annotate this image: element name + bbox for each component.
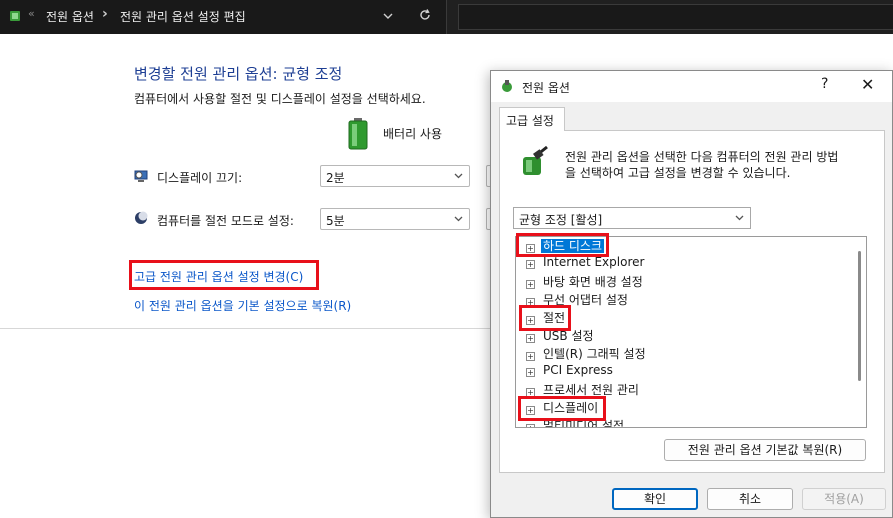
highlight-hard-disk <box>516 233 609 257</box>
cancel-button[interactable]: 취소 <box>707 488 793 510</box>
tree-item-intel-graphics[interactable]: + 인텔(R) 그래픽 설정 <box>526 345 648 363</box>
close-icon[interactable]: ✕ <box>861 75 874 94</box>
power-plug-icon <box>502 80 512 92</box>
restore-plan-defaults-button[interactable]: 전원 관리 옵션 기본값 복원(R) <box>664 439 866 461</box>
battery-icon <box>348 118 368 150</box>
ok-button[interactable]: 확인 <box>612 488 698 510</box>
sleep-label: 컴퓨터를 절전 모드로 설정: <box>157 214 294 228</box>
tree-item-desktop-background[interactable]: + 바탕 화면 배경 설정 <box>526 273 645 291</box>
tab-advanced-settings[interactable]: 고급 설정 <box>499 107 565 131</box>
battery-column-label: 배터리 사용 <box>383 127 443 141</box>
tree-item-pci-express[interactable]: + PCI Express <box>526 363 615 381</box>
breadcrumb-separator-icon: › <box>102 6 108 22</box>
display-off-value: 2분 <box>326 171 345 185</box>
highlight-display <box>518 396 606 421</box>
display-off-label: 디스플레이 끄기: <box>157 171 243 185</box>
tree-item-internet-explorer[interactable]: + Internet Explorer <box>526 255 646 273</box>
apply-button[interactable]: 적용(A) <box>802 488 886 510</box>
power-options-dialog: 전원 옵션 ? ✕ 고급 설정 전원 관리 옵션을 선택한 다음 컴퓨터의 전원… <box>490 70 893 518</box>
dialog-title: 전원 옵션 <box>522 81 570 95</box>
sleep-value: 5분 <box>326 214 345 228</box>
expand-icon[interactable]: + <box>526 368 535 377</box>
expand-icon[interactable]: + <box>526 334 535 343</box>
sleep-select[interactable]: 5분 <box>320 208 470 230</box>
chevron-down-icon[interactable] <box>382 10 394 22</box>
power-plug-icon <box>523 145 548 175</box>
dialog-info-line2: 을 선택하여 고급 설정을 변경할 수 있습니다. <box>565 166 791 180</box>
expand-icon[interactable]: + <box>526 352 535 361</box>
page-title: 변경할 전원 관리 옵션: 균형 조정 <box>134 65 343 83</box>
display-off-select[interactable]: 2분 <box>320 165 470 187</box>
refresh-icon[interactable] <box>418 8 432 22</box>
address-bar[interactable]: « 전원 옵션 › 전원 관리 옵션 설정 편집 <box>0 0 447 34</box>
highlight-sleep <box>519 305 571 331</box>
breadcrumb-power-options[interactable]: 전원 옵션 <box>46 8 94 25</box>
expand-icon[interactable]: + <box>526 280 535 289</box>
dialog-info-text: 전원 관리 옵션을 선택한 다음 컴퓨터의 전원 관리 방법 을 선택하여 고급… <box>565 149 838 181</box>
power-plan-select[interactable]: 균형 조정 [활성] <box>513 207 751 229</box>
power-options-icon <box>10 11 20 21</box>
chevron-down-icon <box>735 215 744 221</box>
tree-scrollbar[interactable] <box>858 251 861 381</box>
expand-icon[interactable]: + <box>526 424 535 427</box>
page-description: 컴퓨터에서 사용할 절전 및 디스플레이 설정을 선택하세요. <box>134 92 426 106</box>
chevron-down-icon <box>454 216 463 222</box>
expand-icon[interactable]: + <box>526 260 535 269</box>
divider <box>0 328 490 329</box>
power-plan-value: 균형 조정 [활성] <box>519 213 603 227</box>
search-input[interactable] <box>458 4 893 30</box>
sleep-moon-icon <box>135 211 148 224</box>
overflow-chevron-icon[interactable]: « <box>28 7 35 20</box>
chevron-down-icon <box>454 173 463 179</box>
dialog-info-line1: 전원 관리 옵션을 선택한 다음 컴퓨터의 전원 관리 방법 <box>565 150 839 164</box>
breadcrumb-edit-plan-settings[interactable]: 전원 관리 옵션 설정 편집 <box>120 8 246 25</box>
monitor-clock-icon <box>134 170 148 182</box>
highlight-advanced-link <box>129 260 319 290</box>
dialog-title-bar[interactable]: 전원 옵션 ? ✕ <box>491 71 892 102</box>
title-bar: « 전원 옵션 › 전원 관리 옵션 설정 편집 <box>0 0 893 34</box>
help-icon[interactable]: ? <box>821 76 828 92</box>
restore-defaults-link[interactable]: 이 전원 관리 옵션을 기본 설정으로 복원(R) <box>134 297 351 314</box>
